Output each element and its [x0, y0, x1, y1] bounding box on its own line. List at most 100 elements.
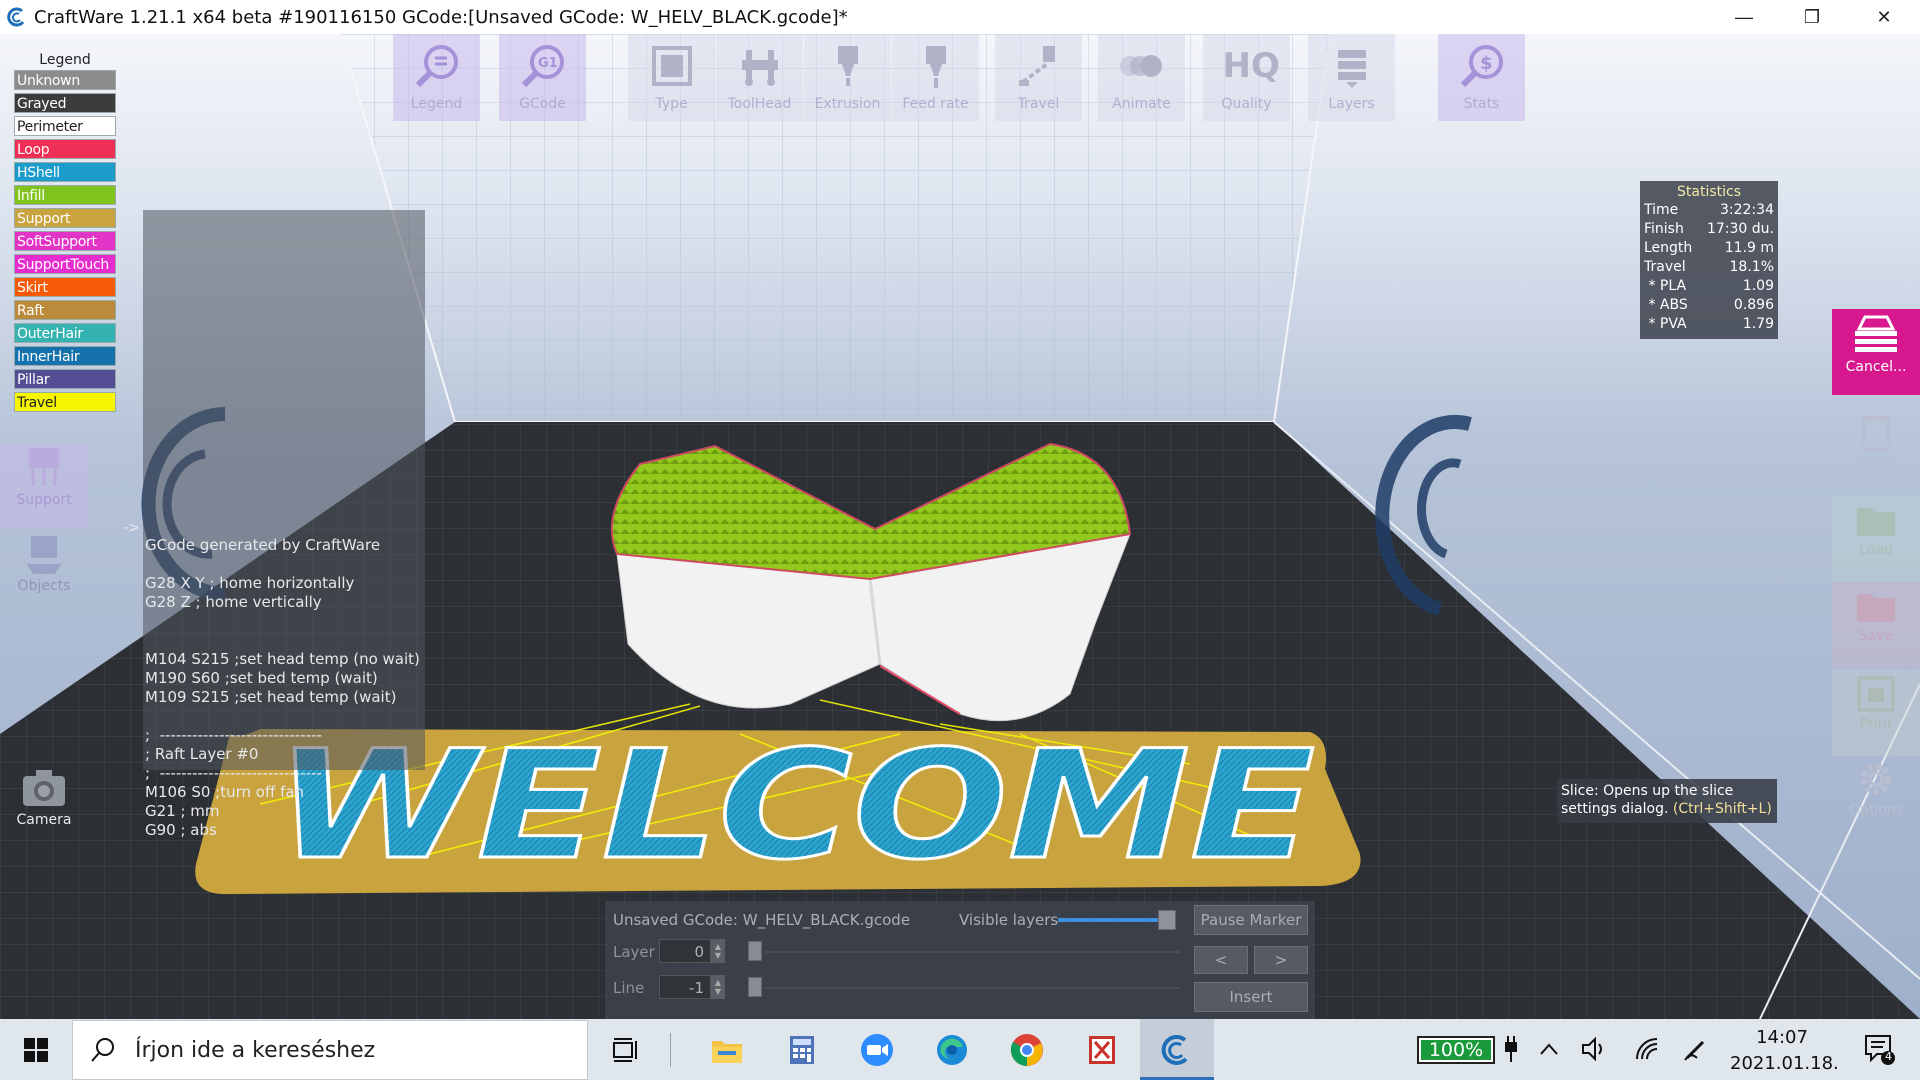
start-button[interactable]	[0, 1019, 72, 1080]
legend-magnifier-icon	[415, 45, 458, 88]
print-icon	[1857, 676, 1895, 712]
statistics-key: Length	[1644, 240, 1693, 256]
minimize-button[interactable]: —	[1710, 0, 1778, 34]
statistics-row: Time 3:22:34	[1644, 201, 1774, 220]
toolbar-label: Quality	[1221, 96, 1272, 112]
power-plug-tray-button[interactable]	[1495, 1033, 1527, 1065]
legend-item-outerhair: OuterHair	[14, 323, 116, 343]
load-button[interactable]: Load	[1832, 496, 1920, 582]
feed-rate-toolbar-button[interactable]: Feed rate	[892, 34, 979, 121]
visible-layers-slider[interactable]	[1058, 918, 1163, 922]
cancel-slice-button[interactable]: Cancel...	[1832, 309, 1920, 395]
line-spin-arrows[interactable]: ▲ ▼	[711, 975, 725, 999]
load-label: Load	[1859, 542, 1893, 558]
pen-tray-button[interactable]	[1680, 1033, 1712, 1065]
minimize-icon: —	[1735, 6, 1753, 27]
animate-toolbar-button[interactable]: Animate	[1098, 34, 1185, 121]
welcome-text-model: WELCOME	[275, 719, 1315, 893]
gcode-line: ; ------------------------------	[145, 726, 322, 744]
layer-slider[interactable]	[765, 951, 1180, 953]
statistics-row: Length 11.9 m	[1644, 239, 1774, 258]
layer-slider-handle[interactable]	[748, 941, 762, 961]
quality-toolbar-button[interactable]: HQ Quality	[1203, 34, 1290, 121]
legend-item-raft: Raft	[14, 300, 116, 320]
clock-time: 14:07	[1756, 1027, 1808, 1048]
options-button[interactable]: Options	[1832, 756, 1920, 842]
next-button[interactable]: >	[1254, 946, 1308, 974]
toolbar-label: Legend	[410, 96, 463, 112]
slice-tooltip: Slice: Opens up the slice settings dialo…	[1557, 779, 1777, 823]
legend-item-softsupport: SoftSupport	[14, 231, 116, 251]
calculator-taskbar-button[interactable]	[765, 1019, 839, 1080]
edge-taskbar-button[interactable]	[915, 1019, 989, 1080]
visible-layers-slider-handle[interactable]	[1158, 910, 1176, 930]
zoom-taskbar-button[interactable]	[840, 1019, 914, 1080]
pause-marker-button[interactable]: Pause Marker	[1194, 905, 1308, 935]
insert-button[interactable]: Insert	[1194, 982, 1308, 1012]
restore-button[interactable]: ❐	[1778, 0, 1846, 34]
clock-date: 2021.01.18.	[1730, 1053, 1839, 1074]
pdf-app-taskbar-button[interactable]	[1065, 1019, 1139, 1080]
gcode-line: G90 ; abs	[145, 821, 217, 839]
close-icon: ✕	[1876, 6, 1892, 27]
toolbar-label: Layers	[1328, 96, 1375, 112]
svg-text:$: $	[1480, 53, 1493, 74]
battery-indicator[interactable]: 100%	[1417, 1036, 1495, 1064]
toolbar-label: Feed rate	[902, 96, 969, 112]
gcode-toolbar-button[interactable]: G1 GCode	[499, 34, 586, 121]
volume-tray-button[interactable]	[1578, 1033, 1610, 1065]
task-view-button[interactable]	[588, 1019, 662, 1080]
statistics-value: 18.1%	[1729, 259, 1774, 275]
line-slider[interactable]	[765, 987, 1180, 989]
craftware-taskbar-button[interactable]	[1140, 1019, 1214, 1080]
file-explorer-taskbar-button[interactable]	[690, 1019, 764, 1080]
statistics-row: Travel 18.1%	[1644, 258, 1774, 277]
line-slider-handle[interactable]	[748, 977, 762, 997]
tooltip-line: Slice: Opens up the slice	[1561, 783, 1734, 799]
travel-toolbar-button[interactable]: Travel	[995, 34, 1082, 121]
legend-item-supporttouch: SupportTouch	[14, 254, 116, 274]
statistics-key: * PVA	[1644, 316, 1687, 332]
previous-button[interactable]: <	[1194, 946, 1248, 974]
camera-button[interactable]: Camera	[0, 764, 88, 850]
close-button[interactable]: ✕	[1850, 0, 1918, 34]
layer-spin-arrows[interactable]: ▲ ▼	[711, 939, 725, 963]
taskbar-search-box[interactable]: Írjon ide a kereséshez	[72, 1020, 588, 1080]
chrome-taskbar-button[interactable]	[990, 1019, 1064, 1080]
statistics-row: * ABS 0.896	[1644, 296, 1774, 315]
toolhead-toolbar-button[interactable]: ToolHead	[716, 34, 803, 121]
notification-center-button[interactable]: 4	[1860, 1031, 1900, 1067]
legend-item-grayed: Grayed	[14, 93, 116, 113]
support-button[interactable]: Support	[0, 442, 88, 528]
legend-toolbar-button[interactable]: Legend	[393, 34, 480, 121]
pdf-app-icon	[1089, 1035, 1115, 1064]
type-toolbar-button[interactable]: Type	[628, 34, 715, 121]
3d-viewport[interactable]: WELCOME Legend G1 GCode Type ToolHead Ex…	[0, 34, 1920, 1019]
network-tray-button[interactable]	[1630, 1033, 1662, 1065]
extrusion-toolbar-button[interactable]: Extrusion	[804, 34, 891, 121]
craftware-logo-icon	[7, 7, 25, 27]
tooltip-line: settings dialog.	[1561, 801, 1673, 817]
spin-down-icon: ▼	[714, 951, 722, 960]
gcode-line: G21 ; mm	[145, 802, 220, 820]
save-button[interactable]: Save	[1832, 582, 1920, 668]
stats-toolbar-button[interactable]: $ Stats	[1438, 34, 1525, 121]
taskbar-clock[interactable]: 14:07 2021.01.18.	[1730, 1025, 1839, 1077]
line-spinbox[interactable]: -1	[659, 975, 711, 999]
clear-button[interactable]: Clear	[1832, 409, 1920, 495]
gcode-line	[145, 707, 420, 726]
legend-item-pillar: Pillar	[14, 369, 116, 389]
objects-button[interactable]: Objects	[0, 528, 88, 614]
layer-spinbox[interactable]: 0	[659, 939, 711, 963]
craftware-icon	[1161, 1034, 1188, 1065]
gcode-magnifier-icon: G1	[521, 45, 564, 88]
show-hidden-icons-button[interactable]	[1533, 1033, 1565, 1065]
gcode-line: G28 X Y ; home horizontally	[145, 574, 355, 592]
edge-icon	[937, 1034, 967, 1065]
layers-toolbar-button[interactable]: Layers	[1308, 34, 1395, 121]
legend-item-loop: Loop	[14, 139, 116, 159]
print-button[interactable]: Print	[1832, 670, 1920, 756]
toolbar-label: Stats	[1463, 96, 1500, 112]
legend-item-infill: Infill	[14, 185, 116, 205]
gcode-line: M190 S60 ;set bed temp (wait)	[145, 669, 378, 687]
